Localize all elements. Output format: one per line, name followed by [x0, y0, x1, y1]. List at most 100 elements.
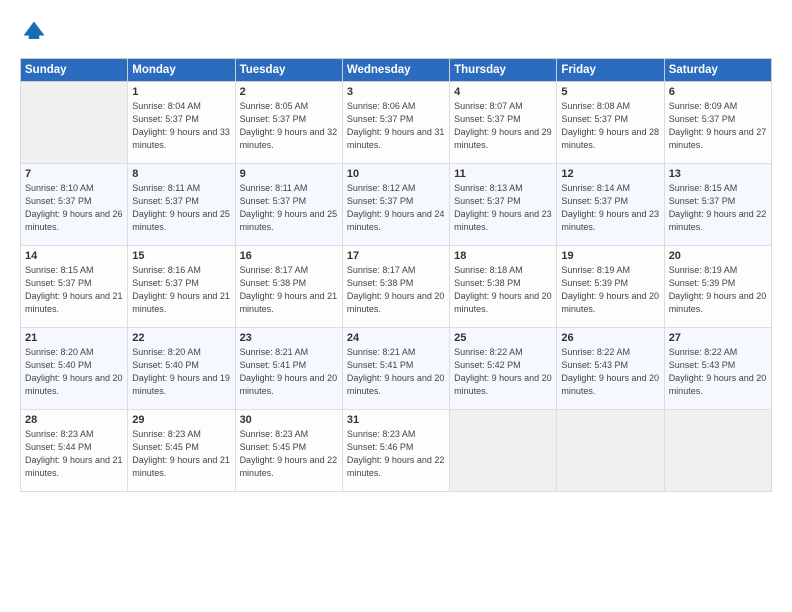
calendar-cell: 2 Sunrise: 8:05 AMSunset: 5:37 PMDaylight…: [235, 82, 342, 164]
day-detail: Sunrise: 8:19 AMSunset: 5:39 PMDaylight:…: [669, 264, 767, 316]
calendar-cell: 15 Sunrise: 8:16 AMSunset: 5:37 PMDayligh…: [128, 246, 235, 328]
calendar-cell: 26 Sunrise: 8:22 AMSunset: 5:43 PMDayligh…: [557, 328, 664, 410]
day-number: 29: [132, 414, 230, 426]
weekday-header-thursday: Thursday: [450, 59, 557, 82]
day-detail: Sunrise: 8:05 AMSunset: 5:37 PMDaylight:…: [240, 100, 338, 152]
day-number: 16: [240, 250, 338, 262]
calendar-cell: 11 Sunrise: 8:13 AMSunset: 5:37 PMDayligh…: [450, 164, 557, 246]
day-detail: Sunrise: 8:21 AMSunset: 5:41 PMDaylight:…: [347, 346, 445, 398]
calendar-cell: 19 Sunrise: 8:19 AMSunset: 5:39 PMDayligh…: [557, 246, 664, 328]
day-number: 4: [454, 86, 552, 98]
calendar-cell: 16 Sunrise: 8:17 AMSunset: 5:38 PMDayligh…: [235, 246, 342, 328]
day-detail: Sunrise: 8:06 AMSunset: 5:37 PMDaylight:…: [347, 100, 445, 152]
day-number: 11: [454, 168, 552, 180]
day-detail: Sunrise: 8:16 AMSunset: 5:37 PMDaylight:…: [132, 264, 230, 316]
day-number: 25: [454, 332, 552, 344]
day-detail: Sunrise: 8:21 AMSunset: 5:41 PMDaylight:…: [240, 346, 338, 398]
calendar-cell: 5Sunrise: 8:08 AMSunset: 5:37 PMDaylight…: [557, 82, 664, 164]
day-number: 17: [347, 250, 445, 262]
day-number: 6: [669, 86, 767, 98]
day-number: 3: [347, 86, 445, 98]
calendar-cell: 4 Sunrise: 8:07 AMSunset: 5:37 PMDaylight…: [450, 82, 557, 164]
day-number: 5: [561, 86, 659, 98]
calendar-cell: 12 Sunrise: 8:14 AMSunset: 5:37 PMDayligh…: [557, 164, 664, 246]
day-number: 21: [25, 332, 123, 344]
calendar-cell: 27 Sunrise: 8:22 AMSunset: 5:43 PMDayligh…: [664, 328, 771, 410]
day-detail: Sunrise: 8:23 AMSunset: 5:45 PMDaylight:…: [240, 428, 338, 480]
calendar-cell: [557, 410, 664, 492]
day-detail: Sunrise: 8:09 AMSunset: 5:37 PMDaylight:…: [669, 100, 767, 152]
calendar-cell: 1 Sunrise: 8:04 AMSunset: 5:37 PMDaylight…: [128, 82, 235, 164]
calendar-cell: 14 Sunrise: 8:15 AMSunset: 5:37 PMDayligh…: [21, 246, 128, 328]
day-number: 19: [561, 250, 659, 262]
calendar-cell: 28 Sunrise: 8:23 AMSunset: 5:44 PMDayligh…: [21, 410, 128, 492]
day-detail: Sunrise: 8:18 AMSunset: 5:38 PMDaylight:…: [454, 264, 552, 316]
weekday-header-row: SundayMondayTuesdayWednesdayThursdayFrid…: [21, 59, 772, 82]
day-detail: Sunrise: 8:20 AMSunset: 5:40 PMDaylight:…: [132, 346, 230, 398]
day-detail: Sunrise: 8:15 AMSunset: 5:37 PMDaylight:…: [25, 264, 123, 316]
day-number: 1: [132, 86, 230, 98]
calendar-week-row: 28 Sunrise: 8:23 AMSunset: 5:44 PMDayligh…: [21, 410, 772, 492]
day-detail: Sunrise: 8:22 AMSunset: 5:43 PMDaylight:…: [669, 346, 767, 398]
day-number: 18: [454, 250, 552, 262]
calendar-cell: 18 Sunrise: 8:18 AMSunset: 5:38 PMDayligh…: [450, 246, 557, 328]
day-detail: Sunrise: 8:14 AMSunset: 5:37 PMDaylight:…: [561, 182, 659, 234]
calendar-cell: 21Sunrise: 8:20 AMSunset: 5:40 PMDayligh…: [21, 328, 128, 410]
day-number: 26: [561, 332, 659, 344]
day-detail: Sunrise: 8:22 AMSunset: 5:42 PMDaylight:…: [454, 346, 552, 398]
calendar-cell: [21, 82, 128, 164]
day-number: 27: [669, 332, 767, 344]
calendar-table: SundayMondayTuesdayWednesdayThursdayFrid…: [20, 58, 772, 492]
day-detail: Sunrise: 8:23 AMSunset: 5:46 PMDaylight:…: [347, 428, 445, 480]
calendar-cell: 17 Sunrise: 8:17 AMSunset: 5:38 PMDayligh…: [342, 246, 449, 328]
day-detail: Sunrise: 8:17 AMSunset: 5:38 PMDaylight:…: [240, 264, 338, 316]
day-number: 14: [25, 250, 123, 262]
day-number: 24: [347, 332, 445, 344]
day-number: 30: [240, 414, 338, 426]
day-detail: Sunrise: 8:22 AMSunset: 5:43 PMDaylight:…: [561, 346, 659, 398]
day-detail: Sunrise: 8:11 AMSunset: 5:37 PMDaylight:…: [132, 182, 230, 234]
calendar-cell: 20 Sunrise: 8:19 AMSunset: 5:39 PMDayligh…: [664, 246, 771, 328]
weekday-header-tuesday: Tuesday: [235, 59, 342, 82]
page: SundayMondayTuesdayWednesdayThursdayFrid…: [0, 0, 792, 612]
day-number: 8: [132, 168, 230, 180]
day-detail: Sunrise: 8:23 AMSunset: 5:44 PMDaylight:…: [25, 428, 123, 480]
day-detail: Sunrise: 8:13 AMSunset: 5:37 PMDaylight:…: [454, 182, 552, 234]
day-number: 12: [561, 168, 659, 180]
calendar-cell: [664, 410, 771, 492]
day-detail: Sunrise: 8:07 AMSunset: 5:37 PMDaylight:…: [454, 100, 552, 152]
calendar-week-row: 1 Sunrise: 8:04 AMSunset: 5:37 PMDaylight…: [21, 82, 772, 164]
calendar-week-row: 7 Sunrise: 8:10 AMSunset: 5:37 PMDaylight…: [21, 164, 772, 246]
calendar-cell: 30 Sunrise: 8:23 AMSunset: 5:45 PMDayligh…: [235, 410, 342, 492]
day-detail: Sunrise: 8:19 AMSunset: 5:39 PMDaylight:…: [561, 264, 659, 316]
calendar-cell: 7 Sunrise: 8:10 AMSunset: 5:37 PMDaylight…: [21, 164, 128, 246]
day-number: 31: [347, 414, 445, 426]
day-number: 15: [132, 250, 230, 262]
logo-icon: [20, 18, 48, 46]
day-detail: Sunrise: 8:23 AMSunset: 5:45 PMDaylight:…: [132, 428, 230, 480]
calendar-cell: 8 Sunrise: 8:11 AMSunset: 5:37 PMDaylight…: [128, 164, 235, 246]
day-number: 20: [669, 250, 767, 262]
header: [20, 18, 772, 46]
calendar-cell: 25 Sunrise: 8:22 AMSunset: 5:42 PMDayligh…: [450, 328, 557, 410]
calendar-cell: 24 Sunrise: 8:21 AMSunset: 5:41 PMDayligh…: [342, 328, 449, 410]
calendar-cell: 13 Sunrise: 8:15 AMSunset: 5:37 PMDayligh…: [664, 164, 771, 246]
calendar-cell: 3 Sunrise: 8:06 AMSunset: 5:37 PMDaylight…: [342, 82, 449, 164]
day-detail: Sunrise: 8:17 AMSunset: 5:38 PMDaylight:…: [347, 264, 445, 316]
day-detail: Sunrise: 8:10 AMSunset: 5:37 PMDaylight:…: [25, 182, 123, 234]
day-number: 2: [240, 86, 338, 98]
calendar-cell: 9Sunrise: 8:11 AMSunset: 5:37 PMDaylight…: [235, 164, 342, 246]
day-number: 28: [25, 414, 123, 426]
day-detail: Sunrise: 8:15 AMSunset: 5:37 PMDaylight:…: [669, 182, 767, 234]
logo: [20, 18, 52, 46]
calendar-cell: 6 Sunrise: 8:09 AMSunset: 5:37 PMDaylight…: [664, 82, 771, 164]
calendar-week-row: 14 Sunrise: 8:15 AMSunset: 5:37 PMDayligh…: [21, 246, 772, 328]
weekday-header-wednesday: Wednesday: [342, 59, 449, 82]
day-detail: Sunrise: 8:04 AMSunset: 5:37 PMDaylight:…: [132, 100, 230, 152]
weekday-header-monday: Monday: [128, 59, 235, 82]
day-number: 23: [240, 332, 338, 344]
day-number: 13: [669, 168, 767, 180]
calendar-cell: 29 Sunrise: 8:23 AMSunset: 5:45 PMDayligh…: [128, 410, 235, 492]
weekday-header-friday: Friday: [557, 59, 664, 82]
day-number: 7: [25, 168, 123, 180]
